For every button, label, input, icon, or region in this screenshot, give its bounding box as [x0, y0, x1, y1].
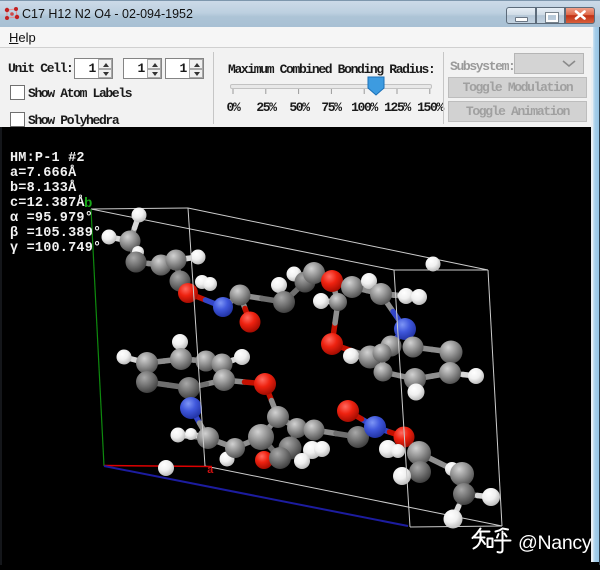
svg-text:α =95.979°: α =95.979°: [10, 211, 93, 226]
svg-text:a=7.666Å: a=7.666Å: [10, 165, 77, 181]
svg-text:a: a: [207, 465, 214, 477]
svg-text:@Nancy: @Nancy: [518, 532, 592, 554]
svg-text:b: b: [84, 196, 92, 212]
svg-text:c=12.387Å: c=12.387Å: [10, 195, 85, 211]
svg-text:γ =100.749°: γ =100.749°: [10, 241, 101, 256]
svg-text:b=8.133Å: b=8.133Å: [10, 180, 77, 196]
svg-text:HM:P-1 #2: HM:P-1 #2: [10, 151, 85, 166]
svg-text:β =105.389°: β =105.389°: [10, 226, 101, 241]
